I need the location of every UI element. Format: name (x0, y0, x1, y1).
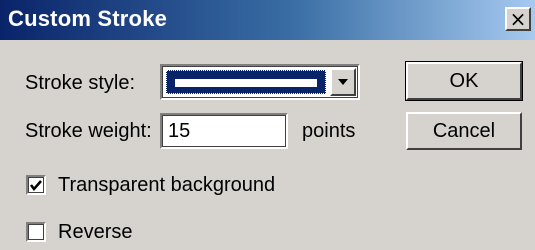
solid-line-swatch (175, 79, 317, 87)
transparent-background-checkbox[interactable] (26, 175, 46, 195)
checkmark-icon (30, 180, 42, 191)
stroke-weight-unit: points (302, 120, 356, 142)
stroke-weight-input[interactable]: 15 (160, 113, 288, 149)
custom-stroke-dialog: Custom Stroke × Stroke style: Stroke wei… (0, 0, 535, 250)
title-bar[interactable]: Custom Stroke × (0, 0, 535, 40)
close-icon: × (509, 7, 527, 31)
cancel-button[interactable]: Cancel (406, 112, 522, 150)
stroke-style-dropdown[interactable] (160, 64, 360, 100)
dropdown-arrow-button[interactable] (330, 68, 356, 96)
transparent-background-label[interactable]: Transparent background (58, 174, 275, 197)
selected-stroke-style (166, 70, 326, 94)
stroke-weight-label: Stroke weight: (25, 120, 152, 142)
ok-button[interactable]: OK (405, 61, 523, 101)
dialog-title: Custom Stroke (8, 6, 168, 31)
chevron-down-icon (338, 79, 348, 85)
stroke-style-label: Stroke style: (25, 72, 136, 94)
reverse-label[interactable]: Reverse (58, 221, 132, 244)
close-button[interactable]: × (505, 7, 531, 31)
reverse-checkbox[interactable] (26, 222, 46, 242)
